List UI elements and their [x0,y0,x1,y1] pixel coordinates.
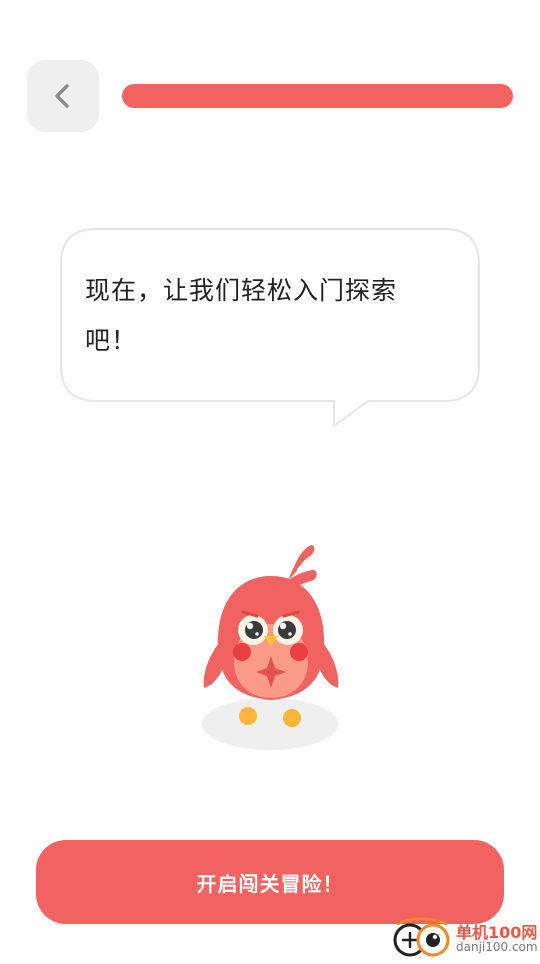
watermark-logo-icon [393,917,450,957]
watermark-url: danji100.com [456,940,538,954]
back-button[interactable] [27,60,99,132]
progress-fill [122,84,513,108]
red-bird-mascot-illustration [202,545,339,750]
bird-mascot [192,538,352,754]
speech-bubble: 现在，让我们轻松入门探索吧！ [60,228,480,428]
chevron-left-icon [55,84,69,108]
bubble-message: 现在，让我们轻松入门探索吧！ [85,276,398,355]
progress-bar [122,84,513,108]
start-adventure-button[interactable]: 开启闯关冒险！ [36,840,504,924]
site-watermark: 单机100网 danji100.com [390,916,540,960]
